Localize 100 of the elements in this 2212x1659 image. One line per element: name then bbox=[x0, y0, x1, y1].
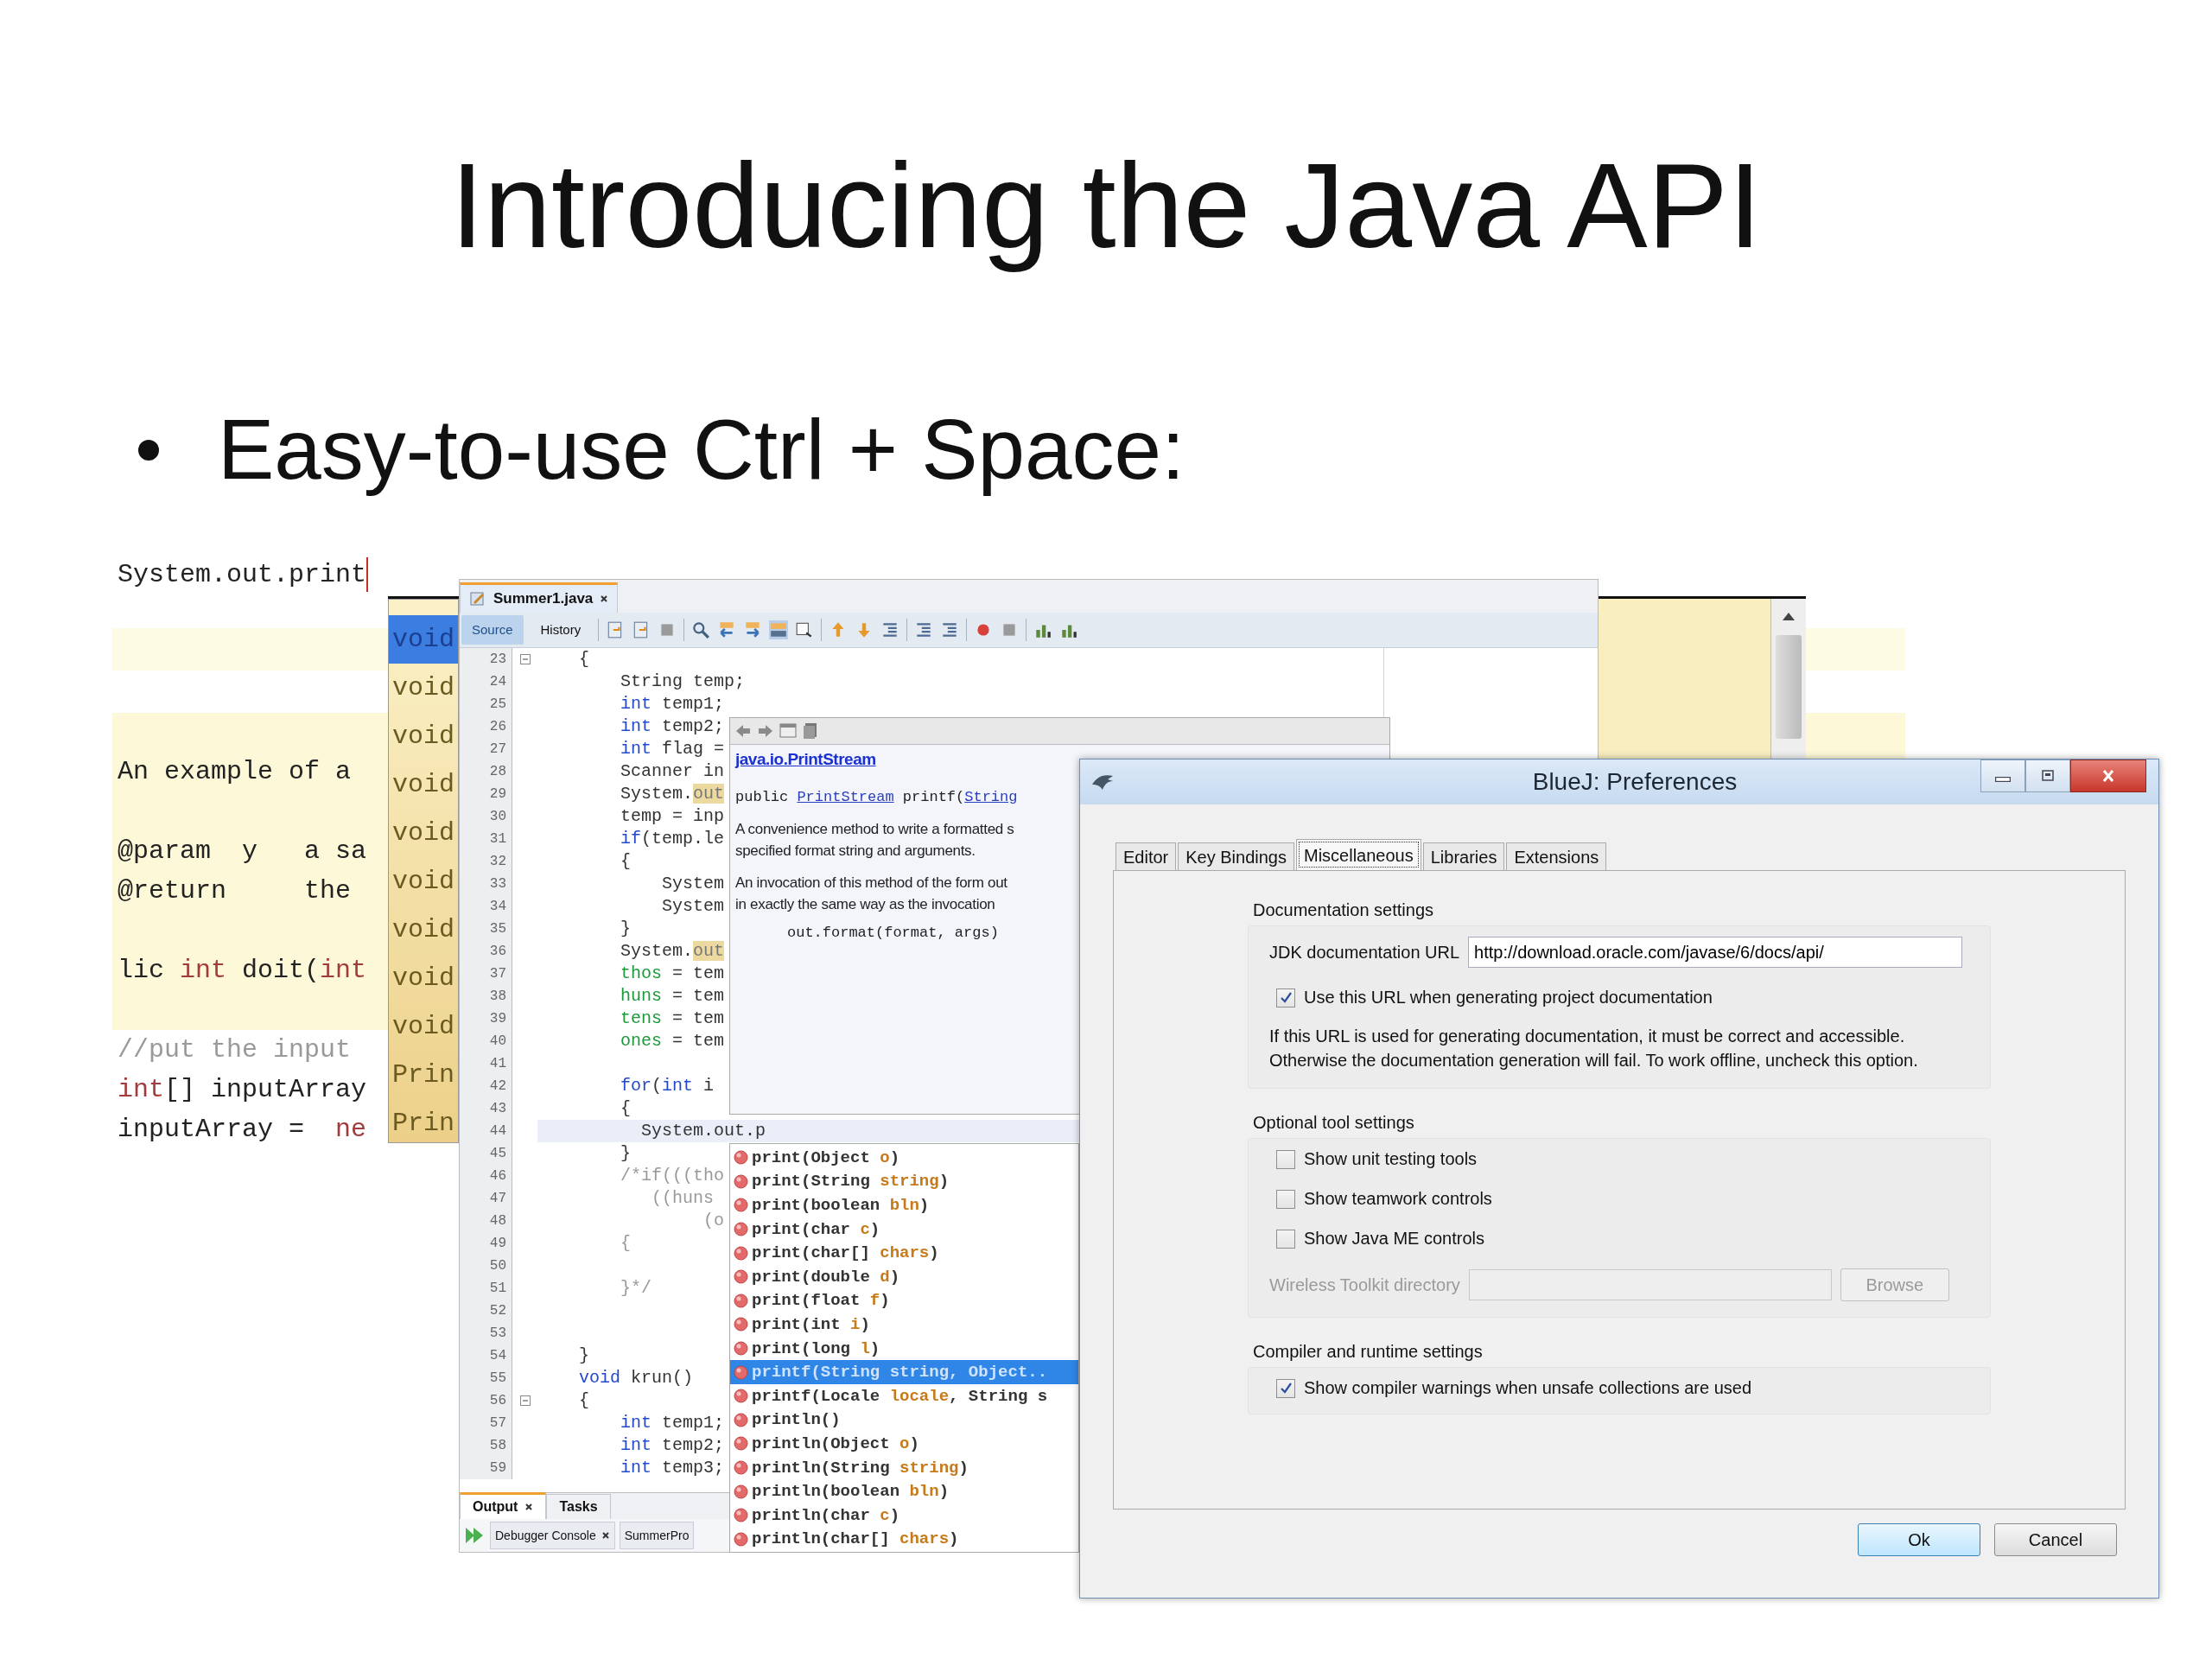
panel-tab[interactable]: Output bbox=[460, 1492, 547, 1519]
dialog-button[interactable]: Cancel bbox=[1994, 1523, 2117, 1556]
completion-item[interactable]: println(boolean bln) bbox=[730, 1479, 1078, 1503]
code-line: int temp2; bbox=[620, 1435, 725, 1455]
close-button[interactable] bbox=[2070, 760, 2146, 792]
tab[interactable]: Libraries bbox=[1422, 842, 1505, 870]
line-number: 51 bbox=[460, 1277, 512, 1300]
completion-item[interactable]: void bbox=[389, 712, 458, 760]
fold-icon[interactable] bbox=[519, 1395, 531, 1406]
code-line: } bbox=[578, 1345, 589, 1365]
method-icon bbox=[734, 1198, 748, 1213]
close-icon[interactable] bbox=[601, 1531, 610, 1540]
search-icon[interactable] bbox=[691, 620, 711, 639]
completion-item[interactable]: println(Object o) bbox=[730, 1432, 1078, 1456]
code-line: int temp1; bbox=[620, 1413, 725, 1433]
code-line: System.out.print bbox=[118, 559, 367, 591]
checkbox-label: Show unit testing tools bbox=[1304, 1149, 1478, 1169]
file-tab[interactable]: Summer1.java bbox=[460, 582, 619, 613]
completion-item[interactable]: Prin bbox=[389, 1051, 458, 1099]
maximize-button[interactable] bbox=[2025, 760, 2070, 792]
method-icon bbox=[734, 1484, 748, 1499]
completion-item[interactable]: print(long l) bbox=[730, 1336, 1078, 1361]
code-line: inputArray = ne bbox=[117, 1114, 367, 1146]
line-number: 54 bbox=[460, 1344, 512, 1367]
toggle-icon[interactable] bbox=[769, 620, 789, 639]
checkbox[interactable] bbox=[1276, 1189, 1295, 1209]
method-icon bbox=[734, 1460, 748, 1475]
checkbox[interactable] bbox=[1276, 988, 1295, 1007]
checkbox[interactable] bbox=[1276, 1149, 1295, 1169]
line-number: 28 bbox=[460, 760, 512, 783]
method-icon bbox=[734, 1389, 748, 1404]
up-arrow-icon[interactable] bbox=[1780, 611, 1797, 623]
line-number: 59 bbox=[460, 1457, 512, 1479]
fold-icon[interactable] bbox=[519, 654, 531, 664]
completion-item[interactable]: Prin bbox=[389, 1099, 458, 1147]
type-link[interactable]: String bbox=[964, 789, 1018, 805]
completion-item[interactable]: void bbox=[389, 760, 458, 809]
close-icon[interactable] bbox=[600, 594, 609, 603]
panel-tab[interactable]: Tasks bbox=[546, 1494, 611, 1519]
completion-item[interactable]: void bbox=[389, 664, 458, 712]
method-icon bbox=[734, 1317, 748, 1332]
code-line: temp = inp bbox=[620, 806, 725, 826]
line-number: 49 bbox=[460, 1232, 512, 1255]
line-number: 41 bbox=[460, 1052, 512, 1075]
console-tab[interactable]: SummerPro bbox=[619, 1522, 695, 1549]
line-number: 53 bbox=[460, 1322, 512, 1344]
method-icon bbox=[734, 1412, 748, 1427]
line-number: 32 bbox=[460, 850, 512, 873]
completion-item[interactable]: void bbox=[389, 954, 458, 1002]
method-icon bbox=[734, 1364, 748, 1380]
checkbox-label: Use this URL when generating project documentation bbox=[1304, 988, 1713, 1007]
close-icon[interactable] bbox=[524, 1503, 534, 1511]
browser-icon[interactable] bbox=[779, 721, 798, 741]
completion-item[interactable]: void bbox=[389, 809, 458, 857]
tab[interactable]: Extensions bbox=[1506, 842, 1607, 870]
completion-item[interactable]: print(boolean bln) bbox=[730, 1193, 1078, 1217]
line-number: 25 bbox=[460, 693, 512, 715]
code-line: System.out bbox=[620, 784, 725, 804]
line-number: 57 bbox=[460, 1412, 512, 1434]
completion-item[interactable]: print(String string) bbox=[730, 1169, 1078, 1194]
type-link[interactable]: PrintStream bbox=[797, 789, 894, 805]
completion-item[interactable]: void bbox=[389, 906, 458, 954]
code-line: An example of a bbox=[117, 756, 352, 788]
checkbox[interactable] bbox=[1276, 1378, 1295, 1398]
completion-item[interactable]: void bbox=[389, 1002, 458, 1051]
code-line: System bbox=[661, 896, 725, 916]
minimize-button[interactable] bbox=[1980, 760, 2025, 792]
completion-item[interactable]: printf(Locale locale, String s bbox=[730, 1383, 1078, 1408]
class-link[interactable]: java.io.PrintStream bbox=[735, 748, 876, 770]
dialog-button[interactable]: Ok bbox=[1858, 1523, 1980, 1556]
line-number: 36 bbox=[460, 940, 512, 963]
checkbox[interactable] bbox=[1276, 1229, 1295, 1249]
view-tab[interactable]: Source bbox=[461, 615, 524, 645]
code-line: (o bbox=[702, 1211, 725, 1230]
completion-item[interactable]: print(int i) bbox=[730, 1313, 1078, 1337]
tab[interactable]: Miscellaneous bbox=[1296, 839, 1421, 870]
check-icon bbox=[1279, 1381, 1293, 1395]
url-field[interactable]: http://download.oracle.com/javase/6/docs/api/ bbox=[1468, 937, 1963, 968]
tab[interactable]: Editor bbox=[1116, 842, 1177, 870]
completion-item[interactable]: print(double d) bbox=[730, 1264, 1078, 1289]
tab[interactable]: Key Bindings bbox=[1178, 842, 1294, 870]
completion-item[interactable]: print(float f) bbox=[730, 1288, 1078, 1313]
code-line: { bbox=[578, 1390, 589, 1410]
code-line: huns = tem bbox=[620, 986, 725, 1006]
completion-item[interactable]: print(Object o) bbox=[730, 1146, 1078, 1170]
line-number: 46 bbox=[460, 1165, 512, 1187]
console-tab[interactable]: Debugger Console bbox=[490, 1522, 615, 1549]
completion-item[interactable]: println() bbox=[730, 1408, 1078, 1433]
line-number: 56 bbox=[460, 1389, 512, 1412]
doc-paragraph: A convenience method to write a formatted s specified format string and arguments. bbox=[735, 820, 1014, 861]
line-number: 42 bbox=[460, 1075, 512, 1097]
completion-item[interactable]: println(char[] chars) bbox=[730, 1527, 1078, 1552]
completion-item[interactable]: void bbox=[389, 857, 458, 906]
view-tab[interactable]: History bbox=[530, 615, 592, 645]
completion-item[interactable]: println(char c) bbox=[730, 1503, 1078, 1528]
completion-item[interactable]: print(char[] chars) bbox=[730, 1241, 1078, 1265]
line-number: 43 bbox=[460, 1097, 512, 1120]
code-line: { bbox=[620, 1233, 632, 1253]
completion-item[interactable]: print(char c) bbox=[730, 1217, 1078, 1242]
completion-item[interactable]: println(String string) bbox=[730, 1455, 1078, 1480]
